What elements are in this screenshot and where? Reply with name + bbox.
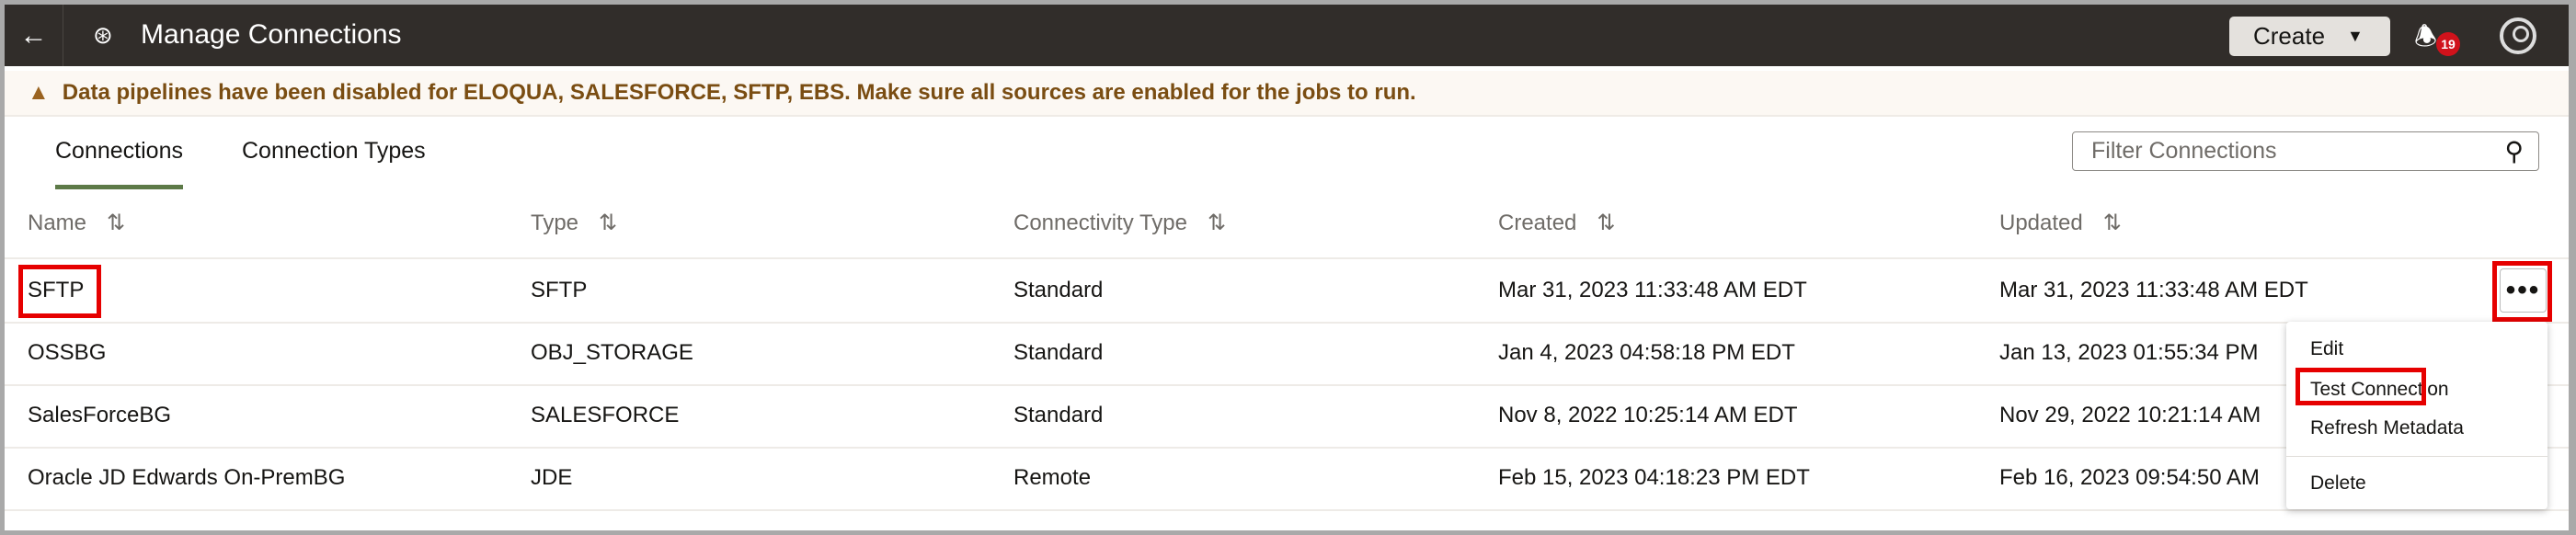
notification-badge: 19 — [2436, 32, 2460, 56]
arrow-left-icon: ← — [19, 19, 48, 51]
cell-created: Jan 4, 2023 04:58:18 PM EDT — [1498, 340, 1795, 365]
cell-updated: Feb 16, 2023 09:54:50 AM — [1999, 465, 2260, 490]
sort-icon: ⇅ — [107, 211, 126, 235]
context-menu: Edit Test Connection Refresh Metadata De… — [2286, 322, 2547, 509]
cell-updated: Mar 31, 2023 11:33:48 AM EDT — [1999, 278, 2308, 302]
cell-created: Mar 31, 2023 11:33:48 AM EDT — [1498, 278, 1807, 302]
menu-item-refresh-metadata[interactable]: Refresh Metadata — [2310, 417, 2464, 439]
menu-separator — [2286, 456, 2547, 457]
column-header-connectivity-type[interactable]: Connectivity Type ⇅ — [1013, 210, 1226, 236]
divider — [5, 257, 2569, 259]
filter-placeholder: Filter Connections — [2091, 138, 2277, 164]
cell-type: OBJ_STORAGE — [531, 340, 693, 365]
connections-icon: ⊛ — [93, 21, 113, 49]
cell-name[interactable]: SalesForceBG — [28, 403, 171, 428]
divider — [5, 447, 2569, 449]
warning-icon: ▲ — [28, 80, 50, 105]
sort-icon: ⇅ — [1597, 211, 1616, 235]
sort-icon: ⇅ — [2102, 211, 2122, 235]
app-header: ← ⊛ Manage Connections Create ▼ 🕭 19 — [5, 5, 2569, 66]
bell-icon[interactable]: 🕭 — [2414, 17, 2437, 62]
column-header-updated[interactable]: Updated ⇅ — [1999, 210, 2122, 236]
filter-connections-input[interactable]: Filter Connections ⚲ — [2072, 131, 2539, 171]
column-header-type[interactable]: Type ⇅ — [531, 210, 617, 236]
highlight-box-actions — [2492, 261, 2552, 322]
cell-type: JDE — [531, 465, 573, 490]
sort-icon: ⇅ — [1208, 211, 1227, 235]
caret-down-icon: ▼ — [2347, 27, 2364, 45]
cell-name[interactable]: OSSBG — [28, 340, 106, 366]
cell-connectivity: Standard — [1013, 278, 1104, 302]
create-button[interactable]: Create ▼ — [2229, 17, 2390, 56]
cell-updated: Nov 29, 2022 10:21:14 AM — [1999, 403, 2261, 427]
cell-created: Feb 15, 2023 04:18:23 PM EDT — [1498, 465, 1810, 490]
divider — [5, 509, 2569, 511]
cell-connectivity: Remote — [1013, 465, 1092, 490]
create-label: Create — [2253, 22, 2326, 50]
tab-connections[interactable]: Connections — [55, 138, 183, 189]
tab-connection-types[interactable]: Connection Types — [242, 138, 426, 183]
sort-icon: ⇅ — [599, 211, 618, 235]
menu-item-delete[interactable]: Delete — [2310, 472, 2366, 495]
cell-updated: Jan 13, 2023 01:55:34 PM — [1999, 340, 2259, 365]
cell-type: SFTP — [531, 278, 588, 302]
cell-connectivity: Standard — [1013, 403, 1104, 427]
highlight-box-test-connection — [2296, 368, 2426, 405]
cell-created: Nov 8, 2022 10:25:14 AM EDT — [1498, 403, 1798, 427]
warning-banner: ▲ Data pipelines have been disabled for … — [5, 71, 2569, 117]
back-button[interactable]: ← — [5, 5, 63, 66]
cell-connectivity: Standard — [1013, 340, 1104, 365]
user-avatar[interactable] — [2500, 17, 2536, 54]
highlight-box-sftp — [18, 265, 101, 318]
menu-item-edit[interactable]: Edit — [2310, 338, 2343, 360]
page-title: Manage Connections — [141, 19, 402, 50]
cell-type: SALESFORCE — [531, 403, 680, 427]
divider — [5, 384, 2569, 386]
cell-name[interactable]: Oracle JD Edwards On-PremBG — [28, 465, 345, 491]
column-header-name[interactable]: Name ⇅ — [28, 210, 125, 236]
banner-message: Data pipelines have been disabled for EL… — [62, 80, 1416, 105]
search-icon[interactable]: ⚲ — [2504, 136, 2524, 166]
divider — [5, 322, 2569, 324]
column-header-created[interactable]: Created ⇅ — [1498, 210, 1616, 236]
